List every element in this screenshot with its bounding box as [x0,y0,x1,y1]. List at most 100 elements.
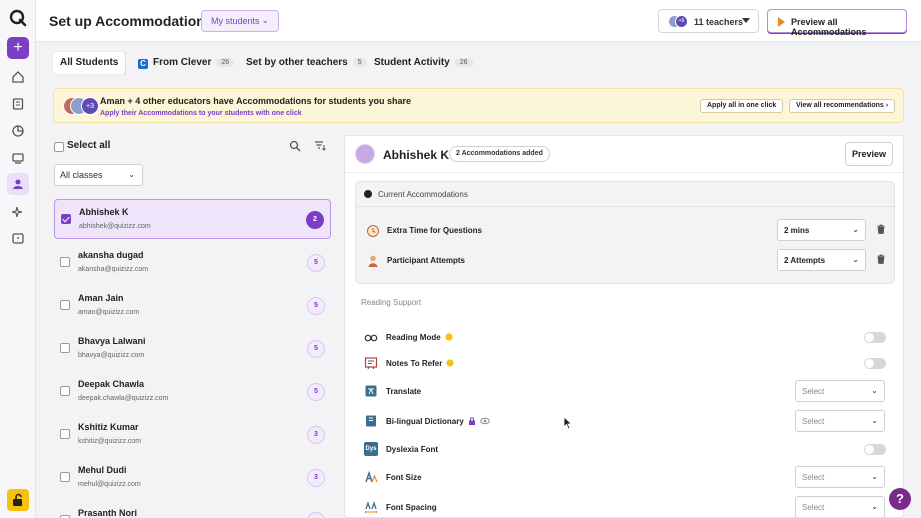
search-icon[interactable] [289,140,301,152]
select-all-label[interactable]: Select all [67,140,110,151]
chevron-down-icon: ⌄ [871,416,878,425]
teacher-avatars: +9 [668,15,688,28]
extra-time-select[interactable]: 2 mins ⌄ [777,219,866,241]
trash-icon[interactable] [876,224,886,234]
option-label: Reading Mode [386,333,453,342]
lock-icon [468,417,475,425]
student-detail-panel: Abhishek K 2 Accommodations added Previe… [344,135,904,518]
reading-mode-toggle[interactable] [864,332,886,343]
preview-all-button[interactable]: Preview all Accommodations [767,9,907,37]
tab-student-activity[interactable]: Student Activity 26 [374,52,473,74]
option-label: Dyslexia Font [386,445,439,454]
student-row[interactable]: Deepak Chawla deepak.chawla@quizizz.com … [54,372,331,412]
student-checkbox[interactable] [60,257,70,267]
option-font-spacing: Font Spacing Select ⌄ [361,495,891,517]
quizizz-logo-icon[interactable] [9,9,27,27]
tab-all-students[interactable]: All Students [53,52,126,74]
help-center-icon[interactable] [11,232,25,246]
option-label: Notes To Refer [386,359,454,368]
student-checkbox[interactable] [60,472,70,482]
participant-attempts-select[interactable]: 2 Attempts ⌄ [777,249,866,271]
select-value: 2 mins [784,226,810,235]
reports-icon[interactable] [11,124,25,138]
student-row[interactable]: akansha dugad akansha@quizizz.com 5 [54,243,331,283]
help-button[interactable]: ? [889,488,911,510]
student-name: Prasanth Nori [78,508,138,518]
student-checkbox[interactable] [60,429,70,439]
current-accommodations-header: Current Accommodations [356,182,896,207]
font-spacing-select[interactable]: Select ⌄ [795,496,885,517]
avatar [355,144,375,164]
student-checkbox[interactable] [60,300,70,310]
caret-down-icon [742,18,750,23]
library-icon[interactable] [11,97,25,111]
accommodation-label: Participant Attempts [387,256,465,265]
font-size-icon [365,470,378,483]
page-header: Set up Accommodations for My students ⌄ … [36,0,921,42]
option-label: Bi-lingual Dictionary [386,417,490,426]
more-educators-badge: +3 [81,97,99,115]
bilingual-dictionary-select[interactable]: Select ⌄ [795,410,885,432]
student-row[interactable]: Prasanth Nori [54,501,331,518]
chevron-down-icon: ⌄ [852,225,859,234]
dictionary-icon [366,415,376,427]
font-size-select[interactable]: Select ⌄ [795,466,885,488]
preview-button[interactable]: Preview [845,142,893,166]
classes-icon[interactable] [11,151,25,165]
accommodation-count-badge: 5 [307,383,325,401]
tab-label: Set by other teachers [246,57,348,68]
teachers-dropdown[interactable]: +9 11 teachers [658,9,759,33]
student-name: Aman Jain [78,293,124,303]
student-row[interactable]: Mehul Dudi mehul@quizizz.com 3 [54,458,331,498]
tab-set-by-other-teachers[interactable]: Set by other teachers 5 [246,52,367,74]
ai-sparkle-icon[interactable] [11,205,25,219]
notes-to-refer-toggle[interactable] [864,358,886,369]
view-all-recommendations-button[interactable]: View all recommendations › [789,99,896,113]
classes-dropdown[interactable]: All classes ⌄ [54,164,143,186]
option-label: Font Size [386,473,422,482]
student-email: akansha@quizizz.com [78,266,149,273]
student-row[interactable]: Aman Jain aman@quizizz.com 5 [54,286,331,326]
option-notes-to-refer: Notes To Refer [361,351,891,377]
student-row[interactable]: Bhavya Lalwani bhavya@quizizz.com 5 [54,329,331,369]
banner-subtitle-link[interactable]: Apply their Accommodations to your stude… [100,110,302,117]
student-list-panel: Select all All classes ⌄ Abhishek K abhi… [44,133,342,518]
tab-from-clever[interactable]: C From Clever 26 [138,52,235,74]
student-checkbox[interactable] [61,214,71,224]
apply-all-button[interactable]: Apply all in one click [700,99,784,113]
current-accommodations-title: Current Accommodations [378,190,468,199]
recommendation-banner: +3 Aman + 4 other educators have Accommo… [53,88,904,123]
accommodations-icon[interactable] [7,173,29,195]
trash-icon[interactable] [876,254,886,264]
student-email: abhishek@quizizz.com [79,223,151,230]
student-row[interactable]: Kshitiz Kumar kshitiz@quizizz.com 3 [54,415,331,455]
chevron-down-icon: ⌄ [128,170,135,179]
translate-icon [365,385,377,397]
students-dropdown-label: My students [211,16,260,26]
eye-icon[interactable] [479,417,490,425]
unlock-icon[interactable] [7,489,29,511]
filter-icon[interactable] [314,140,326,152]
student-row[interactable]: Abhishek K abhishek@quizizz.com 2 [54,199,331,239]
left-rail: + [0,0,36,518]
student-checkbox[interactable] [60,343,70,353]
mouse-cursor-icon [563,416,573,430]
student-checkbox[interactable] [60,386,70,396]
smiley-icon [445,333,453,341]
tab-label: Student Activity [374,57,450,68]
option-font-size: Font Size Select ⌄ [361,465,891,491]
chevron-down-icon: ⌄ [871,502,878,511]
accommodation-count-badge: 2 [306,211,324,229]
home-icon[interactable] [11,70,25,84]
students-dropdown[interactable]: My students ⌄ [201,10,279,32]
dyslexia-font-toggle[interactable] [864,444,886,455]
translate-select[interactable]: Select ⌄ [795,380,885,402]
person-icon [368,255,378,267]
student-name: Deepak Chawla [78,379,145,389]
student-email: bhavya@quizizz.com [78,352,145,359]
clock-icon [367,225,379,237]
student-email: aman@quizizz.com [78,309,140,316]
select-all-checkbox[interactable] [54,142,64,152]
divider [345,172,903,173]
create-button[interactable]: + [7,37,29,59]
